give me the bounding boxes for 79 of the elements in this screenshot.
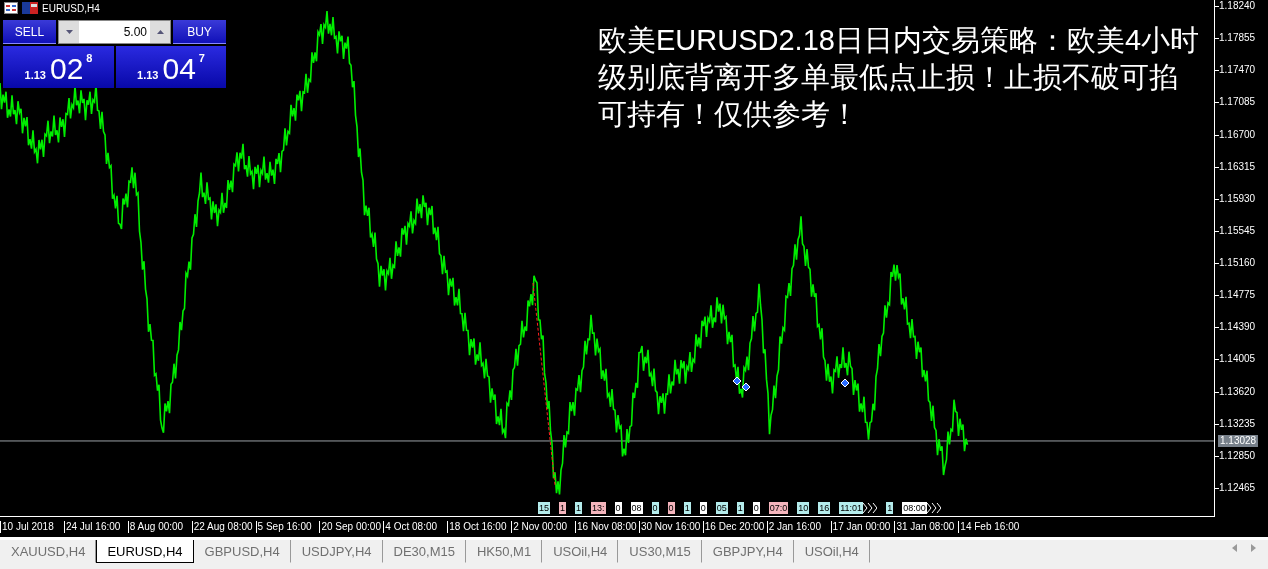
annotation-text: 欧美EURUSD2.18日日内交易策略：欧美4小时 bbox=[598, 23, 1200, 58]
price-prefix: 1.13 bbox=[137, 69, 159, 81]
price-tick: 1.13235 bbox=[1219, 417, 1256, 430]
chart-tab[interactable]: GBPJPY,H4 bbox=[701, 540, 794, 563]
price-tick: 1.16700 bbox=[1219, 128, 1256, 141]
price-tick: 1.14775 bbox=[1219, 289, 1256, 302]
price-tick: 1.16315 bbox=[1219, 160, 1256, 173]
time-tick: 22 Aug 08:00 bbox=[191, 521, 256, 533]
event-marker: 1 bbox=[736, 502, 744, 514]
up-arrow-icon[interactable] bbox=[156, 30, 164, 34]
time-tick: 14 Feb 16:00 bbox=[958, 521, 1023, 533]
event-marker: 1 bbox=[559, 502, 567, 514]
chart-tab[interactable]: USOil,H4 bbox=[793, 540, 870, 563]
event-marker: 0 bbox=[752, 502, 760, 514]
time-tick: 31 Jan 08:00 bbox=[894, 521, 959, 533]
down-arrow-icon[interactable] bbox=[65, 30, 73, 34]
price-tick: 1.12465 bbox=[1219, 481, 1256, 494]
price-tick: 1.18240 bbox=[1219, 0, 1256, 12]
event-marker: 10 bbox=[797, 502, 810, 514]
time-tick: 10 Jul 2018 bbox=[0, 521, 64, 533]
price-tick: 1.17470 bbox=[1219, 64, 1256, 77]
time-tick: 24 Jul 16:00 bbox=[63, 521, 128, 533]
chart-icon bbox=[4, 2, 18, 14]
event-marker: 0 bbox=[667, 502, 675, 514]
volume-field[interactable]: 5.00 bbox=[58, 20, 171, 44]
price-tick: 1.12850 bbox=[1219, 449, 1256, 462]
current-price-label: 1.13028 bbox=[1218, 434, 1259, 447]
event-marker: 1 bbox=[683, 502, 691, 514]
time-tick: 5 Sep 16:00 bbox=[255, 521, 320, 533]
event-marker: 0 bbox=[699, 502, 707, 514]
price-tick: 1.15930 bbox=[1219, 192, 1256, 205]
price-tick: 1.17085 bbox=[1219, 96, 1256, 109]
event-marker: 08 bbox=[630, 502, 643, 514]
annotation-text: 可持有！仅供参考！ bbox=[598, 97, 860, 132]
price-pip: 8 bbox=[86, 52, 93, 64]
chart-tab[interactable]: USDJPY,H4 bbox=[290, 540, 383, 563]
event-marker: 0 bbox=[614, 502, 622, 514]
sell-button[interactable]: SELL bbox=[3, 20, 56, 44]
chart-tab[interactable]: EURUSD,H4 bbox=[96, 540, 194, 563]
time-tick: 30 Nov 16:00 bbox=[638, 521, 703, 533]
time-tick: 16 Dec 20:00 bbox=[702, 521, 767, 533]
event-marker: 15 bbox=[538, 502, 550, 514]
price-prefix: 1.13 bbox=[24, 69, 46, 81]
event-marker: 1 bbox=[886, 502, 894, 514]
diamond-icon bbox=[840, 378, 850, 388]
flag-icon bbox=[22, 2, 38, 14]
price-tick: 1.13620 bbox=[1219, 385, 1256, 398]
time-tick: 8 Aug 00:00 bbox=[127, 521, 192, 533]
event-marker: 13: bbox=[591, 502, 606, 514]
time-tick: 4 Oct 08:00 bbox=[383, 521, 448, 533]
price-tick: 1.15160 bbox=[1219, 257, 1256, 269]
event-marker: 0 bbox=[651, 502, 659, 514]
annotation-text: 级别底背离开多单最低点止损！止损不破可掐 bbox=[598, 60, 1179, 95]
chart-tab[interactable]: DE30,M15 bbox=[382, 540, 466, 563]
event-marker: 07:0 bbox=[768, 502, 789, 514]
chart-tab[interactable]: GBPUSD,H4 bbox=[193, 540, 291, 563]
event-marker: 08:00 bbox=[902, 502, 927, 514]
price-tick: 1.14390 bbox=[1219, 321, 1256, 334]
time-tick: 2 Nov 00:00 bbox=[511, 521, 575, 533]
price-pip: 7 bbox=[198, 52, 205, 64]
price-tick: 1.17855 bbox=[1219, 32, 1256, 45]
price-tick: 1.14005 bbox=[1219, 353, 1256, 366]
time-tick: 18 Oct 16:00 bbox=[447, 521, 512, 533]
time-tick: 16 Nov 08:00 bbox=[575, 521, 639, 533]
event-marker: 11:01 bbox=[839, 502, 864, 514]
chart-tab[interactable]: USOil,H4 bbox=[542, 540, 619, 563]
price-digits: 02 bbox=[49, 54, 84, 84]
event-marker: 16 bbox=[818, 502, 831, 514]
price-digits: 04 bbox=[162, 54, 196, 84]
chart-tab[interactable]: HK50,M1 bbox=[465, 540, 543, 563]
window-title: EURUSD,H4 bbox=[42, 2, 100, 14]
event-marker: 05 bbox=[715, 502, 728, 514]
time-tick: 17 Jan 00:00 bbox=[830, 521, 895, 533]
buy-button[interactable]: BUY bbox=[173, 20, 226, 44]
time-tick: 2 Jan 16:00 bbox=[766, 521, 831, 533]
chart-tab[interactable]: US30,M15 bbox=[618, 540, 702, 563]
time-tick: 20 Sep 00:00 bbox=[319, 521, 384, 533]
event-marker: 1 bbox=[575, 502, 583, 514]
price-tick: 1.15545 bbox=[1219, 224, 1256, 237]
